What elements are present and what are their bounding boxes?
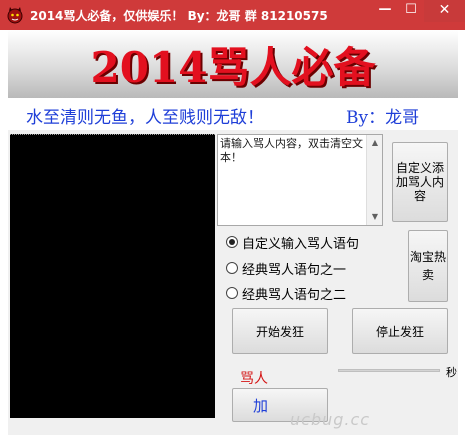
minimize-button[interactable]: — [372,0,398,22]
slogan-text: 水至清则无鱼，人至贱则无敌！ [26,108,264,128]
banner: 2014骂人必备 [8,30,458,98]
taobao-button[interactable]: 淘宝热卖 [408,230,448,302]
slogan-bar: 水至清则无鱼，人至贱则无敌！ By：龙哥 [8,98,458,130]
radio-indicator[interactable] [226,262,238,274]
input-scrollbar[interactable]: ▲ ▼ [366,135,382,225]
chevron-up-icon[interactable]: ▲ [367,135,383,151]
close-button[interactable]: ✕ [424,0,465,22]
custom-add-button[interactable]: 自定义添加骂人内容 [392,142,448,222]
author-label: By：龙哥 [346,108,420,128]
maximize-button[interactable]: ☐ [398,0,424,22]
speed-slider[interactable] [338,369,440,372]
radio-custom-input[interactable]: 自定义输入骂人语句 [226,232,359,252]
title-bar: 2014骂人必备，仅供娱乐！ By：龙哥 群 81210575 — ☐ ✕ [0,0,465,30]
radio-label: 经典骂人语句之一 [242,262,347,278]
stop-button[interactable]: 停止发狂 [352,308,448,354]
input-placeholder: 请输入骂人内容，双击清空文本！ [220,137,363,164]
speed-label: 骂人 [240,371,268,387]
insult-content-input[interactable]: 请输入骂人内容，双击清空文本！ ▲ ▼ [217,134,383,226]
chevron-down-icon[interactable]: ▼ [367,209,383,225]
devil-icon [7,7,23,24]
banner-title: 2014骂人必备 [90,43,376,92]
seconds-label: 秒 [446,366,457,379]
radio-classic-one[interactable]: 经典骂人语句之一 [226,258,346,278]
radio-indicator[interactable] [226,236,238,248]
watermark: ucbug.cc [290,410,371,429]
output-pane[interactable] [10,134,215,418]
radio-indicator[interactable] [226,287,238,299]
radio-classic-two[interactable]: 经典骂人语句之二 [226,283,346,303]
radio-label: 自定义输入骂人语句 [242,236,360,252]
window-title: 2014骂人必备，仅供娱乐！ By：龙哥 群 81210575 [30,9,328,23]
radio-label: 经典骂人语句之二 [242,287,347,303]
client-area: 2014骂人必备 水至清则无鱼，人至贱则无敌！ By：龙哥 请输入骂人内容，双击… [8,30,458,435]
start-button[interactable]: 开始发狂 [232,308,328,354]
